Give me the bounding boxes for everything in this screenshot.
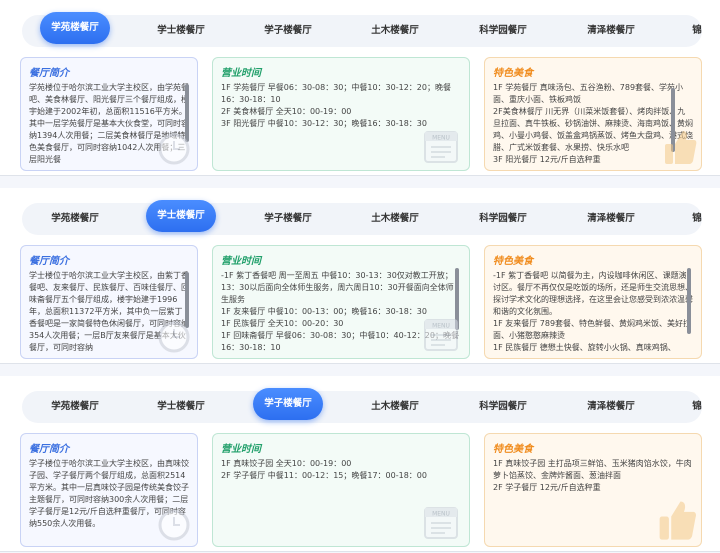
food-title: 特色美食: [493, 68, 533, 79]
tab-bar: 学苑楼餐厅 学士楼餐厅 学子楼餐厅 土木楼餐厅 科学园餐厅 清泽楼餐厅 锦: [22, 12, 704, 47]
hours-text: 1F 真味饺子园 全天10：00-19：00 2F 学子餐厅 中餐11：00-1…: [221, 459, 427, 480]
menu-board-icon: MENU: [424, 319, 458, 351]
tab-tumu[interactable]: 土木楼餐厅: [360, 391, 430, 423]
tab-kexueyuan[interactable]: 科学园餐厅: [468, 391, 538, 423]
intro-card: 餐厅简介 学子楼位于哈尔滨工业大学主校区，由真味饺子园、学子餐厅两个餐厅组成，总…: [20, 433, 198, 547]
clock-icon: [158, 509, 190, 541]
tab-xueyuan[interactable]: 学苑楼餐厅: [40, 391, 110, 423]
tab-bar: 学苑楼餐厅 学士楼餐厅 学子楼餐厅 土木楼餐厅 科学园餐厅 清泽楼餐厅 锦: [22, 388, 704, 423]
tab-xueshi[interactable]: 学士楼餐厅: [146, 391, 216, 423]
hours-card: 营业时间 1F 真味饺子园 全天10：00-19：00 2F 学子餐厅 中餐11…: [212, 433, 470, 547]
tab-xuezi[interactable]: 学子楼餐厅: [253, 15, 323, 47]
tab-jin[interactable]: 锦: [690, 391, 704, 423]
food-card: 特色美食 1F 学苑餐厅 真味汤包、五谷渔粉、789套餐、学苑小面、重庆小面、铁…: [484, 57, 702, 171]
intro-title: 餐厅简介: [29, 444, 69, 455]
hours-text: 1F 学苑餐厅 早餐06：30-08：30；中餐10：30-12：20；晚餐16…: [221, 83, 451, 128]
tab-bar: 学苑楼餐厅 学士楼餐厅 学子楼餐厅 土木楼餐厅 科学园餐厅 清泽楼餐厅 锦: [22, 200, 704, 235]
svg-text:MENU: MENU: [432, 323, 450, 330]
intro-title: 餐厅简介: [29, 68, 69, 79]
menu-board-icon: MENU: [424, 131, 458, 163]
tab-qingze[interactable]: 清泽楼餐厅: [576, 203, 646, 235]
tab-jin[interactable]: 锦: [690, 203, 704, 235]
food-scrollbar[interactable]: [687, 268, 691, 334]
food-card: 特色美食 1F 真味饺子园 主打品项三鲜馅、玉米猪肉馅水饺，牛肉萝卜馅蒸饺、金牌…: [484, 433, 702, 547]
tab-qingze[interactable]: 清泽楼餐厅: [576, 15, 646, 47]
thumbs-up-icon: [665, 131, 697, 164]
tab-xuezi[interactable]: 学子楼餐厅: [253, 388, 323, 420]
food-card: 特色美食 -1F 紫丁香餐吧 以简餐为主，内设咖啡休闲区、课题演讨区。餐厅不再仅…: [484, 245, 702, 359]
thumbs-up-icon: [659, 501, 696, 540]
tab-tumu[interactable]: 土木楼餐厅: [360, 15, 430, 47]
tab-xueshi[interactable]: 学士楼餐厅: [146, 15, 216, 47]
intro-card: 餐厅简介 学士楼位于哈尔滨工业大学主校区，由紫丁香餐吧、友来餐厅、民族餐厅、百味…: [20, 245, 198, 359]
restaurant-panel: 学苑楼餐厅 学士楼餐厅 学子楼餐厅 土木楼餐厅 科学园餐厅 清泽楼餐厅 锦 餐厅…: [0, 0, 720, 176]
hours-title: 营业时间: [221, 444, 261, 455]
food-title: 特色美食: [493, 444, 533, 455]
hours-title: 营业时间: [221, 256, 261, 267]
tab-xuezi[interactable]: 学子楼餐厅: [253, 203, 323, 235]
clock-icon: [158, 321, 190, 353]
food-text: -1F 紫丁香餐吧 以简餐为主，内设咖啡休闲区、课题演讨区。餐厅不再仅仅是吃饭的…: [493, 271, 693, 352]
restaurant-panel: 学苑楼餐厅 学士楼餐厅 学子楼餐厅 土木楼餐厅 科学园餐厅 清泽楼餐厅 锦 餐厅…: [0, 188, 720, 364]
hours-card: 营业时间 1F 学苑餐厅 早餐06：30-08：30；中餐10：30-12：20…: [212, 57, 470, 171]
clock-icon: [158, 133, 190, 165]
food-title: 特色美食: [493, 256, 533, 267]
tab-jin[interactable]: 锦: [690, 15, 704, 47]
tab-xueyuan[interactable]: 学苑楼餐厅: [40, 203, 110, 235]
svg-text:MENU: MENU: [432, 135, 450, 142]
tab-kexueyuan[interactable]: 科学园餐厅: [468, 203, 538, 235]
hours-title: 营业时间: [221, 68, 261, 79]
intro-title: 餐厅简介: [29, 256, 69, 267]
svg-text:MENU: MENU: [432, 511, 450, 518]
tab-qingze[interactable]: 清泽楼餐厅: [576, 391, 646, 423]
hours-card: 营业时间 -1F 紫丁香餐吧 周一至周五 中餐10：30-13：30仅对教工开放…: [212, 245, 470, 359]
food-text: 1F 真味饺子园 主打品项三鲜馅、玉米猪肉馅水饺，牛肉萝卜馅蒸饺、金牌炸酱面、葱…: [493, 459, 692, 492]
restaurant-panel: 学苑楼餐厅 学士楼餐厅 学子楼餐厅 土木楼餐厅 科学园餐厅 清泽楼餐厅 锦 餐厅…: [0, 376, 720, 552]
tab-xueyuan[interactable]: 学苑楼餐厅: [40, 12, 110, 44]
tab-kexueyuan[interactable]: 科学园餐厅: [468, 15, 538, 47]
intro-card: 餐厅简介 学苑楼位于哈尔滨工业大学主校区，由学苑餐吧、美食林餐厅、阳光餐厅三个餐…: [20, 57, 198, 171]
menu-board-icon: MENU: [424, 507, 458, 539]
tab-xueshi[interactable]: 学士楼餐厅: [146, 200, 216, 232]
tab-tumu[interactable]: 土木楼餐厅: [360, 203, 430, 235]
